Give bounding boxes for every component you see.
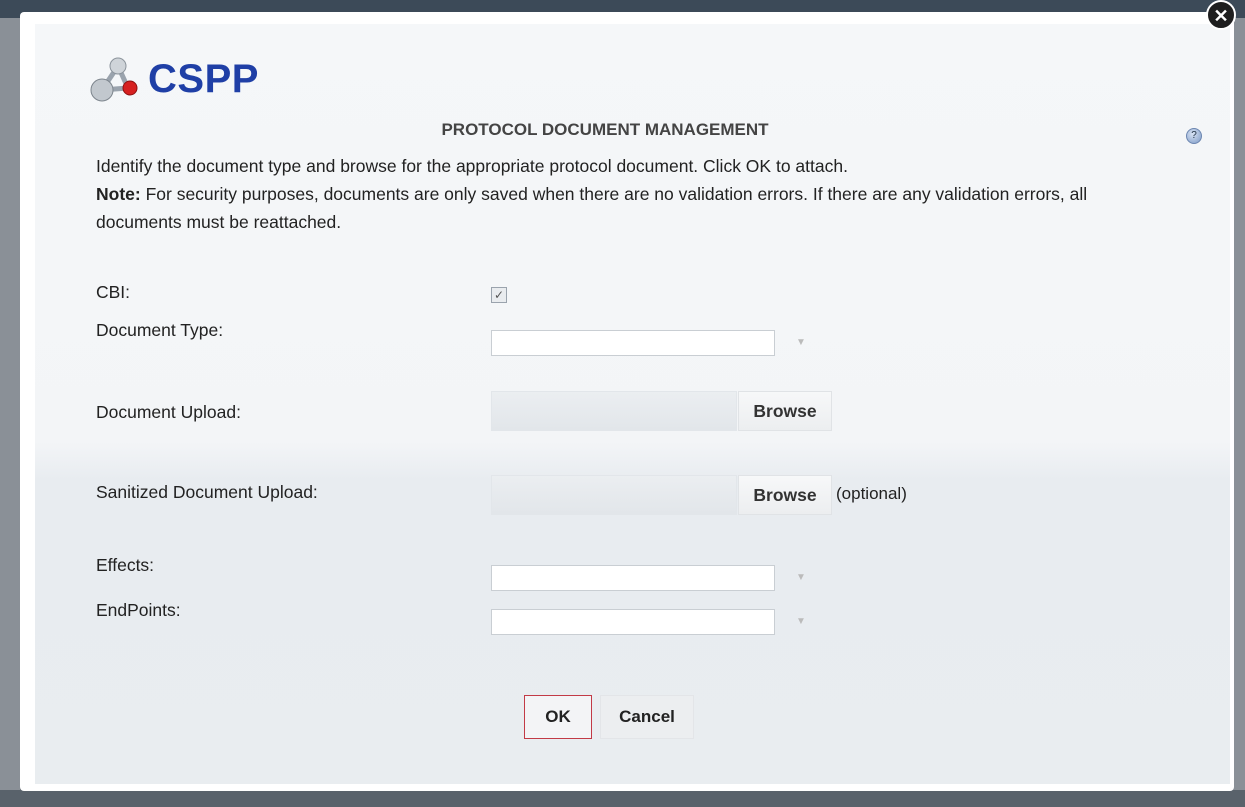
sanitized-browse-button[interactable]: Browse	[738, 475, 832, 515]
chevron-down-icon[interactable]: ▼	[781, 609, 821, 635]
instructions-line: Identify the document type and browse fo…	[96, 156, 848, 176]
sanitized-upload-field[interactable]	[491, 475, 737, 515]
note-paragraph: Note: For security purposes, documents a…	[96, 180, 1176, 236]
document-upload-field[interactable]	[491, 391, 737, 431]
ok-button[interactable]: OK	[524, 695, 592, 739]
chevron-down-icon[interactable]: ▼	[781, 565, 821, 591]
page-title: PROTOCOL DOCUMENT MANAGEMENT	[441, 120, 769, 139]
endpoints-select[interactable]	[491, 609, 775, 635]
document-type-select[interactable]	[491, 330, 775, 356]
note-text: For security purposes, documents are onl…	[96, 184, 1088, 232]
document-type-label: Document Type:	[96, 320, 224, 340]
effects-select[interactable]	[491, 565, 775, 591]
sanitized-upload-label: Sanitized Document Upload:	[96, 482, 318, 502]
cbi-label: CBI:	[96, 282, 131, 302]
endpoints-label: EndPoints:	[96, 600, 181, 620]
instructions: Identify the document type and browse fo…	[96, 152, 1176, 236]
app-logo-text: CSPP	[148, 56, 259, 101]
document-browse-button[interactable]: Browse	[738, 391, 832, 431]
note-label: Note:	[96, 184, 141, 204]
document-upload-label: Document Upload:	[96, 402, 241, 422]
molecule-icon	[90, 57, 138, 102]
optional-hint: (optional)	[836, 484, 907, 503]
background-footer	[0, 790, 1245, 807]
chevron-down-icon[interactable]: ▼	[781, 330, 821, 356]
cancel-button[interactable]: Cancel	[600, 695, 694, 739]
effects-label: Effects:	[96, 555, 155, 575]
help-icon[interactable]: ?	[1186, 128, 1202, 144]
close-icon[interactable]: ✕	[1206, 0, 1236, 30]
background-page-right	[1233, 18, 1245, 790]
cbi-checkbox[interactable]: ✓	[491, 287, 507, 303]
app-logo: CSPP	[88, 56, 259, 102]
